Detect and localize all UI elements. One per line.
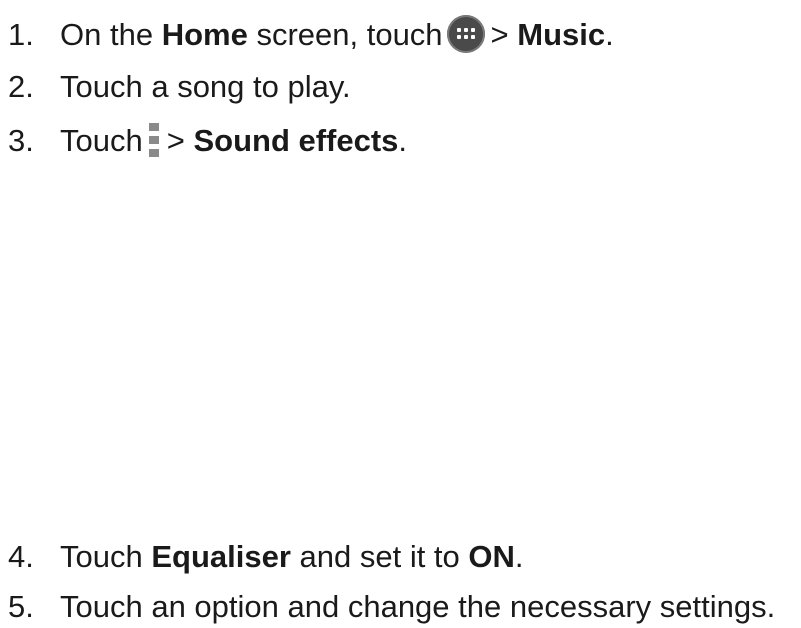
step-number: 1. [8,16,34,52]
overflow-menu-icon [148,123,159,157]
step-4: 4. Touch Equaliser and set it to ON . [8,534,801,578]
on-label: ON [468,538,515,574]
step-number: 3. [8,122,34,158]
step-text: > [166,122,194,158]
step-text: On the [60,16,162,52]
step-text: > [490,16,518,52]
apps-launcher-icon [446,15,485,53]
step-number: 4. [8,538,34,574]
step-text: Touch an option and change the necessary… [60,588,776,624]
step-text: screen, touch [247,16,443,52]
step-text: . [398,122,408,158]
step-text: . [514,538,524,574]
step-text: Touch [60,538,152,574]
step-text: and set it to [290,538,469,574]
step-text: . [605,16,614,52]
equaliser-label: Equaliser [151,538,291,574]
step-text: Touch a song to play. [60,68,351,104]
home-label: Home [161,16,248,52]
step-1: 1. On the Home screen, touch > Music . [8,12,801,56]
step-number: 5. [8,588,34,624]
music-label: Music [517,16,606,52]
step-3: 3. Touch > Sound effects . [8,118,801,162]
step-text: Touch [60,122,143,158]
step-number: 2. [8,68,34,104]
sound-effects-label: Sound effects [193,122,399,158]
step-5: 5. Touch an option and change the necess… [8,584,801,628]
step-2: 2. Touch a song to play. [8,64,801,108]
